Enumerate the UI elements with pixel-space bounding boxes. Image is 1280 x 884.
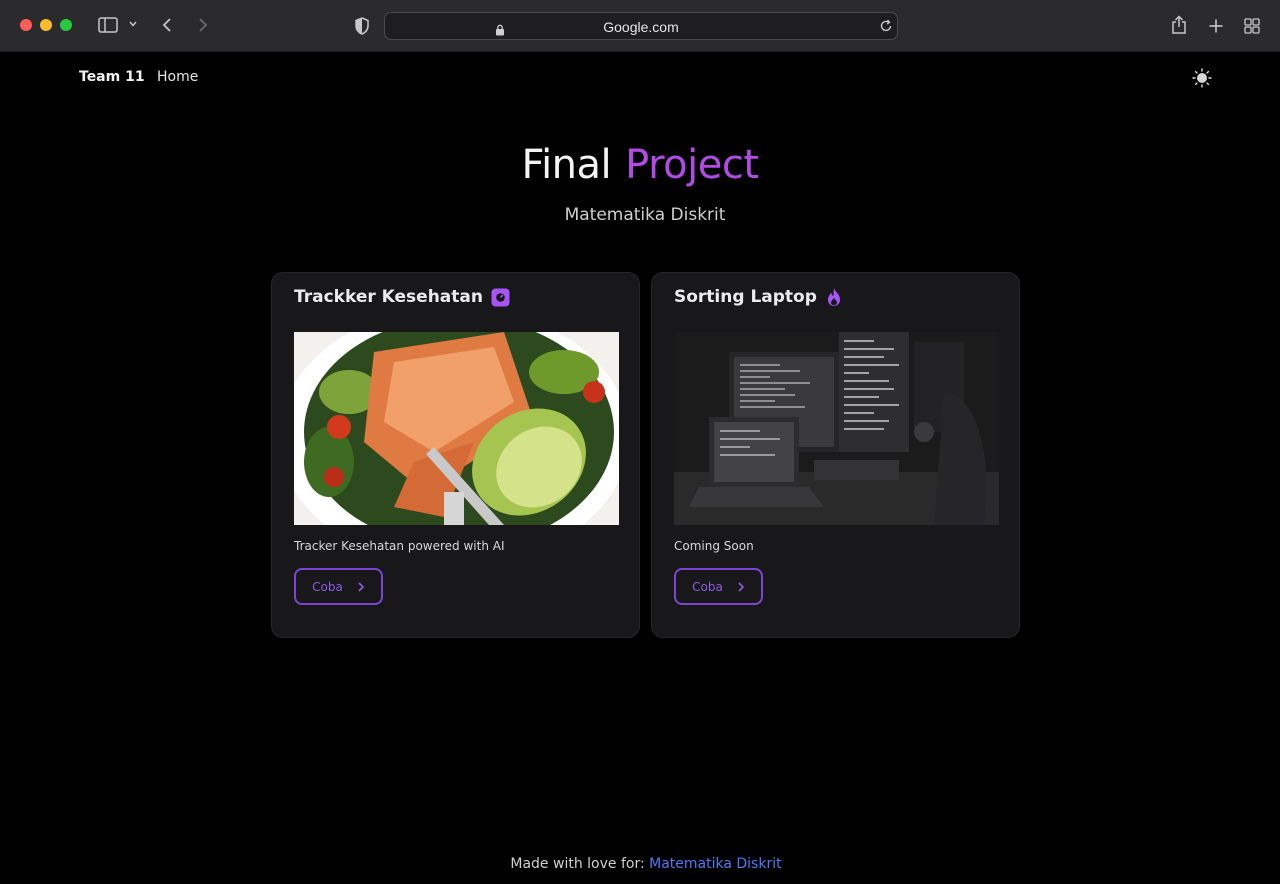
new-tab-icon[interactable] [1208,18,1224,34]
sidebar-toggle-icon[interactable] [98,17,118,33]
title-part-1: Final [521,142,612,188]
try-button[interactable]: Coba [674,568,763,605]
footer-link[interactable]: Matematika Diskrit [649,856,781,872]
card-description: Tracker Kesehatan powered with AI [294,539,505,553]
laptop-setup-image [674,332,999,525]
project-card-sorting-laptop: Sorting Laptop Coming Soon Coba [651,272,1020,638]
project-card-health-tracker: Trackker Kesehatan Tracker Kesehatan pow… [271,272,640,638]
address-bar[interactable]: Google.com [384,12,898,40]
card-title-text: Sorting Laptop [674,287,817,307]
theme-toggle-button[interactable] [1190,66,1214,90]
flame-icon [827,288,840,306]
browser-toolbar: Google.com [0,0,1280,52]
back-icon[interactable] [161,17,173,33]
maximize-window-button[interactable] [60,19,72,31]
page-title: Final Project [0,142,1280,188]
footer: Made with love for: Matematika Diskrit [0,856,1280,872]
chevron-down-icon[interactable] [128,20,138,28]
title-part-2: Project [625,142,759,188]
url-text: Google.com [603,19,679,35]
sun-icon [1192,68,1212,88]
chevron-right-icon [358,581,364,592]
try-button-label: Coba [692,579,723,594]
card-title-text: Trackker Kesehatan [294,287,483,307]
shield-icon[interactable] [354,17,370,35]
forward-icon[interactable] [197,17,209,33]
salmon-salad-image [294,332,619,525]
reload-icon[interactable] [879,19,893,33]
minimize-window-button[interactable] [40,19,52,31]
card-description: Coming Soon [674,539,754,553]
try-button[interactable]: Coba [294,568,383,605]
card-title: Sorting Laptop [674,287,843,307]
footer-text: Made with love for: [510,856,645,872]
chevron-right-icon [738,581,744,592]
tab-overview-icon[interactable] [1244,18,1260,34]
brand-name[interactable]: Team 11 [79,69,145,85]
page-subtitle: Matematika Diskrit [564,205,726,225]
close-window-button[interactable] [20,19,32,31]
share-icon[interactable] [1171,15,1187,35]
try-button-label: Coba [312,579,343,594]
nav-home-link[interactable]: Home [157,69,198,85]
card-title: Trackker Kesehatan [294,287,510,307]
scale-icon [491,288,510,306]
